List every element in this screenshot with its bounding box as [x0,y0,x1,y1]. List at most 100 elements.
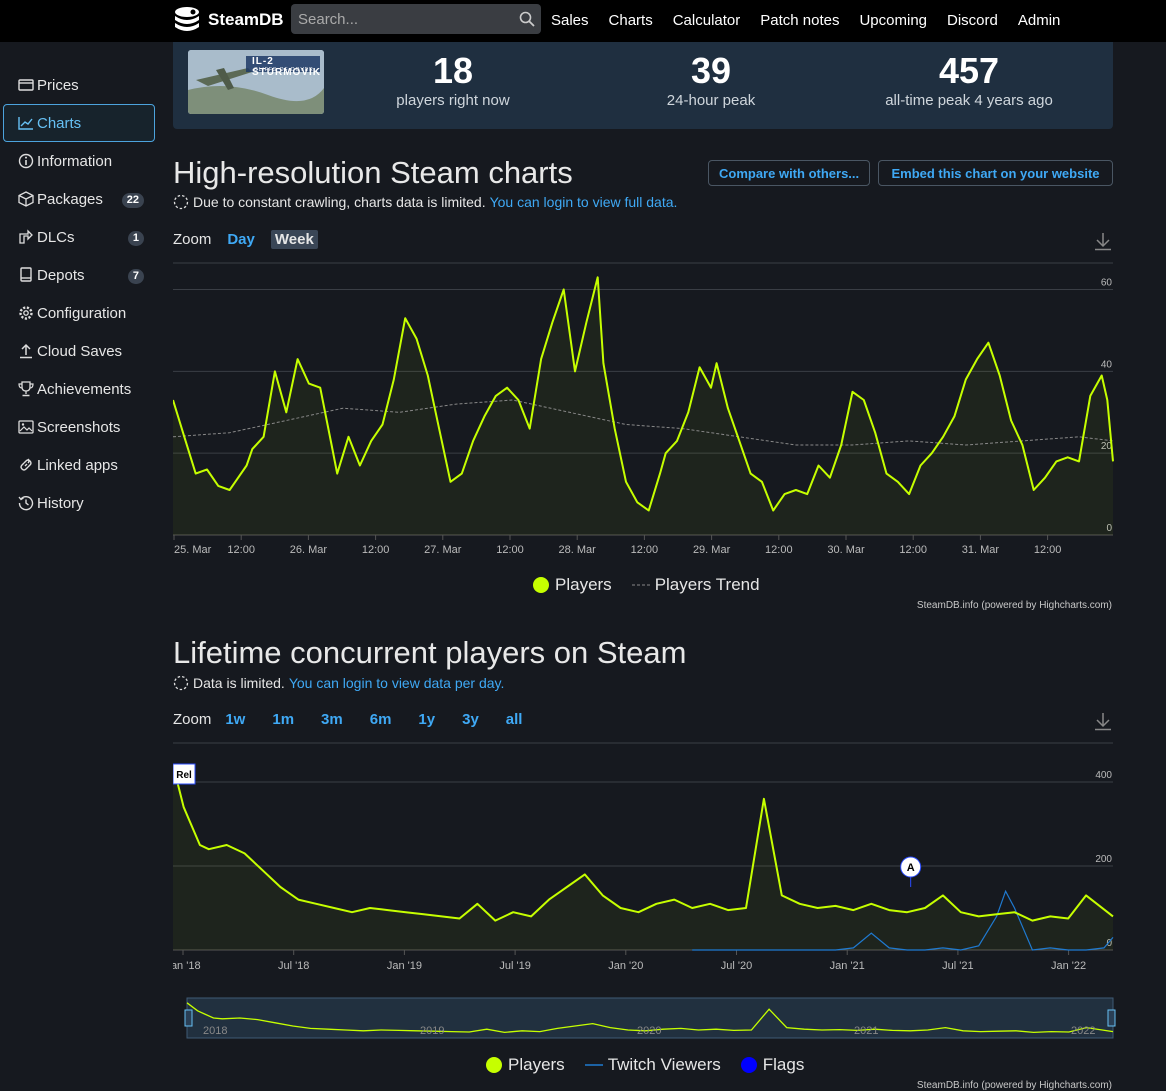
navigator-year-label: 2020 [637,1025,661,1037]
stat-alltime-peak: 457 all-time peak 4 years ago [859,50,1079,109]
sidebar-item-packages[interactable]: Packages 22 [3,180,155,218]
nav-patch-notes[interactable]: Patch notes [760,12,839,29]
sidebar-item-dlcs[interactable]: DLCs 1 [3,218,155,256]
alltime-value: 457 [938,50,1000,91]
search-box [291,4,541,34]
legend-twitch-line [584,1064,603,1066]
legend-flags[interactable]: Flags [740,1055,804,1075]
hires-login-link[interactable]: You can login to view full data. [490,194,678,210]
sidebar-item-depots[interactable]: Depots 7 [3,256,155,294]
search-icon[interactable] [519,11,535,30]
game-thumbnail[interactable]: IL-2 STURMOVIK CLIFFS OF DOVER [188,50,324,114]
x-tick-label: 31. Mar [962,544,1000,556]
nav-upcoming[interactable]: Upcoming [859,12,927,29]
x-tick-label: 12:00 [765,544,793,556]
lifetime-chart[interactable]: 0200400Jan '18Jul '18Jan '19Jul '19Jan '… [173,740,1118,1045]
zoom-week-button[interactable]: Week [270,230,318,249]
hires-credit[interactable]: SteamDB.info (powered by Highcharts.com) [917,600,1112,611]
y-tick-label: 60 [1101,278,1113,289]
zoom-3y-button[interactable]: 3y [458,710,483,729]
sidebar: Prices Charts Information Packages 22 DL… [3,66,155,522]
lifetime-note: Data is limited. You can login to view d… [173,675,504,691]
sidebar-item-prices[interactable]: Prices [3,66,155,104]
zoom-day-button[interactable]: Day [223,230,259,249]
top-navbar: SteamDB Sales Charts Calculator Patch no… [0,0,1166,42]
x-tick-label: Jul '21 [942,960,973,972]
x-tick-label: 28. Mar [559,544,597,556]
sidebar-item-linked-apps[interactable]: Linked apps [3,446,155,484]
lifetime-zoom: Zoom 1w 1m 3m 6m 1y 3y all [173,710,538,729]
brand-name: SteamDB [208,10,284,29]
zoom-1y-button[interactable]: 1y [414,710,439,729]
image-icon [16,420,36,434]
x-tick-label: 27. Mar [424,544,462,556]
nav-admin[interactable]: Admin [1018,12,1061,29]
navigator: 2018 2019 2020 2021 2022 [184,997,1116,1039]
lifetime-login-link[interactable]: You can login to view data per day. [289,675,505,691]
trophy-icon [16,381,36,397]
nav-sales[interactable]: Sales [551,12,589,29]
hires-title: High-resolution Steam charts [173,155,573,190]
nav-calculator[interactable]: Calculator [673,12,741,29]
zoom-label: Zoom [173,711,212,728]
zoom-label: Zoom [173,231,212,248]
legend-trend[interactable]: Players Trend [631,575,760,595]
navigator-right-handle [1107,1009,1116,1027]
legend-players[interactable]: Players [533,575,612,595]
sidebar-item-label: Depots [37,266,85,284]
hires-chart[interactable]: 020406025. Mar 12:00 26. Mar 12:00 27. Mar 12… [173,260,1118,565]
zoom-1m-button[interactable]: 1m [268,710,298,729]
zoom-1w-button[interactable]: 1w [221,710,249,729]
hires-zoom: Zoom Day Week [173,230,330,249]
zoom-3m-button[interactable]: 3m [317,710,347,729]
steamdb-logo[interactable]: SteamDB [172,4,284,36]
chart-icon [16,116,36,130]
peak24-value: 39 [690,50,732,91]
sidebar-item-label: Achievements [37,380,132,398]
legend-players-dot [533,577,549,593]
sidebar-item-configuration[interactable]: Configuration [3,294,155,332]
legend-flags-dot [740,1057,757,1073]
navigator-year-label: 2019 [420,1025,444,1037]
lifetime-note-text: Data is limited. [193,675,285,691]
lifetime-credit[interactable]: SteamDB.info (powered by Highcharts.com) [917,1080,1112,1091]
x-tick-label: Jan '20 [608,960,643,972]
sidebar-item-history[interactable]: History [3,484,155,522]
sidebar-item-screenshots[interactable]: Screenshots [3,408,155,446]
sidebar-item-charts[interactable]: Charts [3,104,155,142]
zoom-all-button[interactable]: all [502,710,527,729]
nav-charts[interactable]: Charts [609,12,653,29]
thumb-subtitle: CLIFFS OF DOVER [254,67,314,73]
nav-discord[interactable]: Discord [947,12,998,29]
count-badge: 7 [127,269,144,284]
sidebar-item-achievements[interactable]: Achievements [3,370,155,408]
sidebar-item-label: Packages [37,190,103,208]
alltime-label: all-time peak 4 years ago [885,92,1053,109]
prices-icon [16,78,36,92]
legend-twitch[interactable]: Twitch Viewers [584,1055,721,1075]
legend-players[interactable]: Players [486,1055,565,1075]
stat-24h-peak: 39 24-hour peak [631,50,791,109]
legend-players-label: Players [508,1055,565,1074]
download-icon[interactable] [1093,231,1113,254]
count-badge: 1 [127,231,144,246]
sidebar-item-information[interactable]: Information [3,142,155,180]
steamdb-logo-icon [175,7,199,31]
zoom-6m-button[interactable]: 6m [366,710,396,729]
embed-chart-button[interactable]: Embed this chart on your website [878,160,1113,186]
sidebar-item-cloud-saves[interactable]: Cloud Saves [3,332,155,370]
main-nav: Sales Charts Calculator Patch notes Upco… [551,0,1080,40]
legend-players-label: Players [555,575,612,594]
x-tick-label: 29. Mar [693,544,731,556]
x-tick-label: Jul '19 [499,960,530,972]
players-area [173,765,1113,950]
download-icon[interactable] [1093,711,1113,734]
search-input[interactable] [291,4,541,34]
players-line [173,764,1114,922]
stat-players-now: 18 players right now [373,50,533,109]
navigator-year-label: 2021 [854,1025,878,1037]
hires-note: Due to constant crawling, charts data is… [173,194,677,210]
x-tick-label: Jul '18 [278,960,309,972]
x-tick-label: Jan '19 [387,960,422,972]
compare-button[interactable]: Compare with others... [708,160,871,186]
